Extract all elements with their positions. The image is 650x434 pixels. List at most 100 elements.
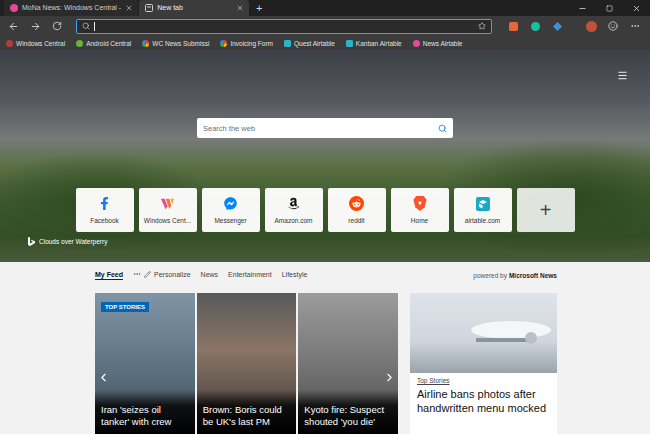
story-card[interactable]: Iran 'seizes oil tanker' with crew — [95, 293, 195, 434]
story-card[interactable]: Kyoto fire: Suspect shouted 'you die' — [298, 293, 398, 434]
news-cards: Iran 'seizes oil tanker' with crewBrown:… — [95, 293, 557, 434]
favorite-item[interactable]: Android Central — [76, 40, 131, 47]
quick-link-tile[interactable]: Windows Cent... — [139, 188, 197, 232]
tab-close-button[interactable] — [236, 4, 244, 12]
tab-label: MoNa News: Windows Central - — [22, 3, 121, 13]
favorite-item[interactable]: Invoicing Form — [220, 40, 273, 47]
more-icon[interactable] — [133, 270, 141, 278]
favorite-item[interactable]: Windows Central — [6, 40, 65, 47]
extension-button[interactable] — [526, 17, 544, 35]
tile-logo — [97, 196, 112, 211]
close-icon — [125, 4, 133, 12]
favorite-item[interactable]: Quest Airtable — [284, 40, 335, 47]
arrow-right-icon — [30, 21, 41, 32]
quick-link-tile[interactable]: Messenger — [202, 188, 260, 232]
browser-tab[interactable]: MoNa News: Windows Central - — [4, 0, 138, 16]
search-icon[interactable] — [438, 124, 447, 133]
favorite-item[interactable]: News Airtable — [413, 40, 463, 47]
feed-nav-item[interactable]: Lifestyle — [282, 271, 308, 280]
toolbar — [0, 16, 650, 36]
reddit-alien-icon — [352, 199, 361, 208]
search-icon — [82, 22, 90, 30]
tab-close-button[interactable] — [125, 4, 133, 12]
feedback-button[interactable] — [604, 17, 622, 35]
tile-label: Windows Cent... — [144, 217, 191, 224]
story-category[interactable]: Top Stories — [410, 373, 557, 384]
tile-logo — [349, 196, 364, 211]
airtable-icon — [284, 40, 291, 47]
quick-link-tile[interactable]: reddit — [328, 188, 386, 232]
extension-button[interactable] — [504, 17, 522, 35]
story-headline: Iran 'seizes oil tanker' with crew — [95, 390, 195, 434]
smile-icon — [608, 21, 618, 31]
carousel-next-button[interactable] — [383, 371, 396, 384]
tab-label: New tab — [157, 3, 232, 13]
form-icon — [220, 40, 227, 47]
feed-nav: My Feed Personalize News Entertainment Lifes… — [95, 268, 557, 282]
brave-lion-icon — [413, 196, 427, 211]
form-icon — [142, 40, 149, 47]
refresh-icon — [52, 21, 62, 31]
feed-nav-item[interactable]: My Feed — [95, 271, 123, 280]
messenger-logo-icon — [224, 197, 237, 210]
airtable-logo-icon — [476, 197, 490, 211]
quick-links: Facebook Windows Cent... Messenger Amazon.c… — [76, 188, 575, 232]
menu-icon[interactable] — [617, 70, 628, 81]
quick-link-tile[interactable]: Home — [391, 188, 449, 232]
settings-menu-button[interactable] — [626, 17, 644, 35]
tile-logo — [475, 196, 490, 211]
tile-logo — [286, 196, 301, 211]
chevron-left-icon — [97, 371, 110, 384]
feed-nav-item[interactable]: News — [201, 271, 219, 280]
tab-strip: MoNa News: Windows Central - New tab + — [0, 0, 650, 16]
back-button[interactable] — [4, 17, 22, 35]
tile-label: Amazon.com — [275, 217, 313, 224]
forward-button[interactable] — [26, 17, 44, 35]
side-story-card[interactable]: Top StoriesAirline bans photos after han… — [410, 293, 557, 434]
refresh-button[interactable] — [48, 17, 66, 35]
favorites-bar: Windows Central Android Central WC News Su… — [0, 36, 650, 50]
tile-label: Facebook — [90, 217, 119, 224]
text-cursor — [94, 22, 95, 31]
more-icon — [630, 21, 640, 31]
quick-link-tile[interactable]: Facebook — [76, 188, 134, 232]
web-search-box[interactable]: Search the web — [197, 118, 453, 138]
star-icon[interactable] — [478, 22, 486, 30]
feed-nav-item[interactable]: Personalize — [133, 270, 191, 280]
avatar-icon — [586, 21, 597, 32]
photo-caption[interactable]: Clouds over Waterperry — [22, 237, 628, 246]
story-card[interactable]: Brown: Boris could be UK's last PM — [197, 293, 297, 434]
address-bar[interactable] — [76, 19, 492, 34]
grammar-extension-icon — [531, 22, 540, 31]
pencil-icon — [144, 271, 151, 278]
news-icon — [413, 40, 420, 47]
quick-link-tile[interactable]: Amazon.com — [265, 188, 323, 232]
site-favicon-icon — [10, 4, 18, 12]
quick-link-tile[interactable]: airtable.com — [454, 188, 512, 232]
minimize-button[interactable] — [569, 0, 596, 16]
favorite-item[interactable]: Kanban Airtable — [346, 40, 402, 47]
tile-label: Home — [411, 217, 428, 224]
facebook-logo-icon — [98, 197, 111, 210]
feed-nav-item[interactable]: Entertainment — [228, 271, 272, 280]
add-tile-button[interactable]: + — [517, 188, 575, 232]
story-headline: Airline bans photos after handwritten me… — [410, 384, 557, 415]
restore-button[interactable] — [596, 0, 623, 16]
profile-button[interactable] — [582, 17, 600, 35]
close-icon — [632, 4, 641, 13]
page-icon — [145, 4, 153, 12]
windows-central-logo-icon — [160, 196, 175, 211]
tile-label: Messenger — [214, 217, 246, 224]
new-tab-button[interactable]: + — [250, 0, 268, 16]
page-settings-row — [22, 70, 628, 82]
tile-logo — [160, 196, 175, 211]
tile-logo — [223, 196, 238, 211]
close-window-button[interactable] — [623, 0, 650, 16]
story-photo — [410, 293, 557, 373]
minimize-icon — [578, 4, 587, 13]
extension-button[interactable] — [548, 17, 566, 35]
carousel-prev-button[interactable] — [97, 371, 110, 384]
favorite-item[interactable]: WC News Submissi — [142, 40, 209, 47]
browser-tab[interactable]: New tab — [139, 0, 249, 16]
airplane-photo — [461, 308, 551, 358]
